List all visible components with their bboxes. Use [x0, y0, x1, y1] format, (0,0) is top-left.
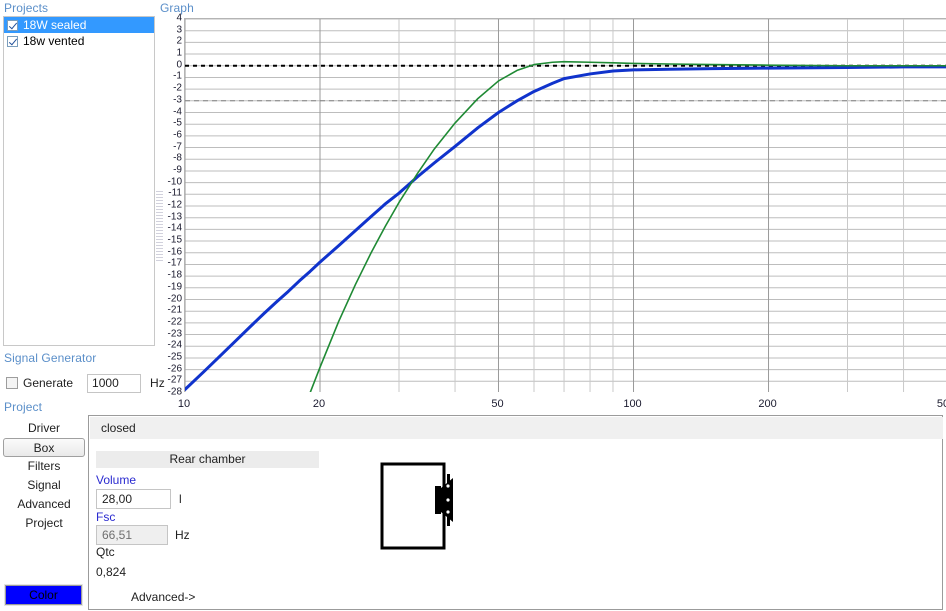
rear-chamber-header: Rear chamber	[96, 451, 319, 468]
generate-checkbox[interactable]	[6, 377, 18, 389]
advanced-link[interactable]: Advanced->	[131, 590, 195, 604]
fsc-label: Fsc	[96, 510, 116, 524]
qtc-label: Qtc	[96, 545, 115, 559]
y-axis-tick-label: -20	[167, 293, 182, 304]
y-axis-tick-label: 2	[176, 35, 182, 47]
plot-area[interactable]	[184, 18, 946, 392]
fsc-unit-label: Hz	[175, 528, 190, 542]
checkbox-icon[interactable]	[7, 19, 18, 31]
qtc-value: 0,824	[96, 565, 127, 579]
volume-unit-label: l	[179, 492, 182, 506]
y-axis-tick-label: -18	[167, 269, 182, 281]
list-item[interactable]: 18w vented	[4, 33, 154, 49]
nav-item-advanced[interactable]: Advanced	[3, 495, 85, 514]
x-axis-tick-label: 10	[177, 398, 191, 410]
y-axis-tick-label: -12	[167, 199, 182, 211]
x-axis-tick-label: 20	[312, 398, 326, 410]
generate-label: Generate	[23, 376, 74, 390]
color-button[interactable]: Color	[4, 584, 83, 606]
y-axis-tick-label: -25	[167, 351, 182, 363]
y-axis-tick-label: -26	[167, 363, 182, 375]
y-axis-tick-label: -23	[167, 328, 182, 340]
y-axis-tick-label: 1	[176, 47, 182, 59]
y-axis-tick-label: -14	[167, 222, 182, 234]
y-axis-tick-label: -8	[173, 152, 182, 164]
alignment-label: closed	[90, 417, 943, 439]
projects-list[interactable]: 18W sealed 18w vented	[3, 16, 155, 346]
x-axis-tick-label: 200	[758, 398, 777, 410]
nav-item-box[interactable]: Box	[3, 438, 85, 457]
y-axis-tick-label: -21	[167, 304, 182, 316]
y-axis-tick-label: -10	[167, 176, 182, 188]
x-axis-tick-label: 100	[623, 398, 642, 410]
enclosure-box-outline	[380, 462, 446, 550]
nav-item-filters[interactable]: Filters	[3, 457, 85, 476]
signal-generator-controls: Generate Hz	[6, 372, 165, 394]
nav-item-driver[interactable]: Driver	[3, 419, 85, 438]
nav-item-signal[interactable]: Signal	[3, 476, 85, 495]
graph-panel: 4 3 2 1 0 -1 -2 -3 -4 -5 -6 -7 -8 -9 -10 -11 -12 -13 -14 -1…	[155, 12, 946, 410]
project-group-label: Project	[4, 400, 43, 414]
y-axis-tick-label: -6	[173, 129, 182, 141]
frequency-input[interactable]	[87, 373, 142, 393]
y-axis-tick-label: 0	[176, 59, 182, 71]
series-line	[309, 60, 946, 392]
list-item-label: 18w vented	[23, 34, 85, 48]
plot-svg	[185, 19, 946, 392]
checkbox-icon[interactable]	[7, 35, 18, 47]
box-panel: closed Rear chamber Volume l Fsc Hz Qtc …	[88, 415, 943, 610]
y-axis-tick-label: -7	[173, 141, 182, 153]
y-axis-tick-label: -19	[167, 281, 182, 293]
y-axis-tick-label: -11	[168, 187, 182, 199]
y-axis-tick-label: -16	[167, 246, 182, 258]
project-nav: Driver Box Filters Signal Advanced Proje…	[3, 419, 85, 533]
y-axis-tick-label: -9	[173, 164, 182, 176]
application-window: Projects 18W sealed 18w vented Signal Ge…	[0, 0, 946, 611]
y-axis-tick-label: 4	[176, 12, 182, 24]
y-axis-tick-label: -1	[173, 70, 182, 82]
y-axis-tick-label: -5	[173, 117, 182, 129]
projects-group-label: Projects	[4, 1, 49, 15]
nav-item-project[interactable]: Project	[3, 514, 85, 533]
signal-generator-group-label: Signal Generator	[4, 351, 97, 365]
y-axis-tick-label: -22	[167, 316, 182, 328]
y-axis-tick-label: -17	[167, 257, 182, 269]
x-axis-tick-label: 500	[936, 398, 946, 410]
y-axis-tick-label: -15	[167, 234, 182, 246]
enclosure-diagram	[380, 462, 453, 550]
volume-input[interactable]	[96, 489, 171, 509]
y-axis-tick-label: -4	[173, 106, 182, 117]
graph-scroll-handle[interactable]	[156, 191, 163, 261]
y-axis-tick-label: -2	[173, 82, 182, 94]
list-item-label: 18W sealed	[23, 18, 87, 32]
y-axis-tick-label: -28	[167, 386, 182, 398]
fsc-input	[96, 525, 168, 545]
y-axis-tick-label: -27	[167, 374, 182, 386]
volume-label: Volume	[96, 473, 137, 487]
y-axis-tick-label: -3	[173, 94, 182, 106]
x-axis-tick-label: 50	[491, 398, 504, 410]
y-axis-tick-label: 3	[176, 24, 182, 36]
list-item[interactable]: 18W sealed	[4, 17, 154, 33]
series-line	[185, 65, 946, 391]
y-axis-tick-label: -13	[167, 211, 182, 223]
y-axis-tick-label: -24	[167, 339, 182, 351]
